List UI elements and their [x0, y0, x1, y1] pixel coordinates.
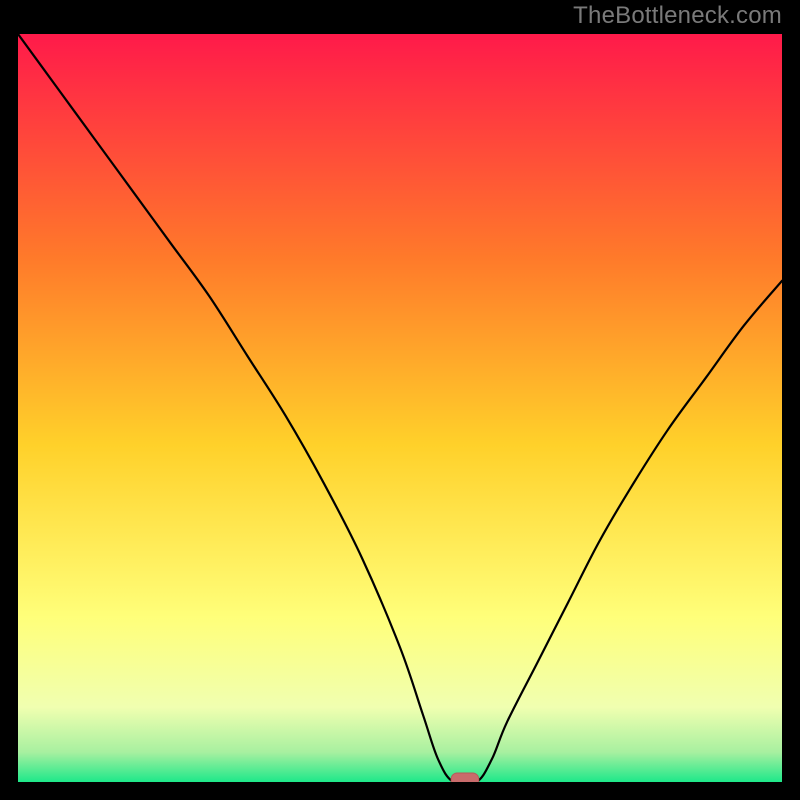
chart-frame: TheBottleneck.com [0, 0, 800, 800]
watermark-text: TheBottleneck.com [573, 2, 782, 30]
optimal-marker [451, 773, 479, 782]
bottleneck-chart [18, 34, 782, 782]
plot-area [18, 34, 782, 782]
gradient-background [18, 34, 782, 782]
